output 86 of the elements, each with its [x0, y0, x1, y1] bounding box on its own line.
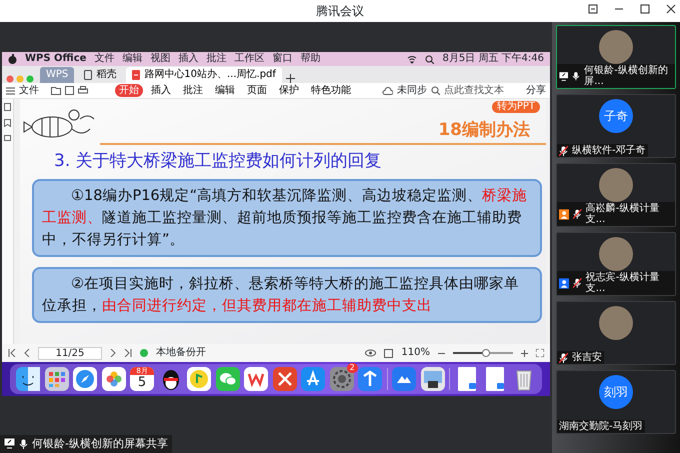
ribbon-tab[interactable]: 页面	[243, 84, 271, 97]
music-note-icon[interactable]	[187, 367, 212, 391]
avatar-photo	[599, 30, 633, 64]
participant-name: 祝志宾-纵横计量支...	[586, 272, 660, 294]
page-view-icon[interactable]	[384, 348, 394, 358]
backup-status: 本地备份开	[156, 346, 206, 360]
flower-icon[interactable]	[102, 367, 126, 391]
avatar-photo	[599, 306, 633, 340]
last-page-icon[interactable]	[124, 349, 132, 357]
ribbon-tab[interactable]: 保护	[275, 84, 303, 97]
participant-name: 纵横软件-邓子奇	[572, 145, 646, 156]
participant-tile[interactable]: 祝志宾-纵横计量支...	[556, 232, 676, 296]
participant-name: 高崧麟-纵横计量支...	[586, 203, 660, 225]
avatar: 子奇	[599, 99, 633, 133]
page-icon[interactable]	[4, 103, 11, 111]
slide-title: 3. 关于特大桥梁施工监控费如何计列的回复	[54, 150, 383, 173]
menu-item[interactable]: 窗口	[272, 52, 292, 66]
menu-item[interactable]: 文件	[94, 52, 114, 66]
file-menu[interactable]: 文件	[19, 82, 39, 98]
first-page-icon[interactable]	[8, 349, 16, 357]
menu-item[interactable]: 工作区	[234, 52, 264, 66]
presenter-name: 何银龄-纵横创新的屏幕共享	[32, 436, 168, 452]
wifi-icon	[407, 54, 418, 64]
menu-item[interactable]: 视图	[150, 52, 170, 66]
sync-status[interactable]: 未同步	[397, 82, 427, 98]
x-shape-icon[interactable]	[272, 367, 297, 391]
search-icon	[431, 86, 440, 95]
slide-paragraph: ①18编办P16规定“高填方和软基沉降监测、高边坡稳定监测、桥梁施工监测、隧道施工监控量测、超前地质预报等施工监控费含在施工辅助费中，不得另行计算”。	[32, 178, 542, 256]
avatar: 刻羽	[599, 375, 633, 409]
document-tab[interactable]: 路网中心10站办、...周忆.pdf	[126, 67, 282, 83]
plus-icon[interactable]	[286, 74, 295, 83]
document-tab[interactable]: 稻壳	[78, 67, 122, 83]
menu-item[interactable]: 插入	[178, 52, 198, 66]
ribbon-tab[interactable]: 批注	[179, 84, 207, 97]
slide-heading: 18编制办法	[438, 118, 530, 142]
letter-d-icon	[84, 70, 92, 80]
pdf-file-icon	[132, 70, 140, 80]
participant-name: 张吉安	[572, 352, 602, 363]
a-letter-icon[interactable]	[301, 367, 326, 391]
slide-paragraph: ②在项目实施时，斜拉桥、悬索桥等特大桥的施工监控具体由哪家单位承担，由合同进行约定，但其费用都在施工辅助费中支出	[32, 266, 542, 322]
chat-bubble-icon[interactable]	[216, 367, 240, 391]
participant-tile[interactable]: 张吉安	[556, 301, 676, 365]
menu-bar-clock: 8月5日 周五 下午4:46	[442, 52, 544, 66]
folder-icon[interactable]	[51, 86, 61, 95]
save-icon[interactable]	[65, 86, 74, 95]
participant-name: 湖南交勤院-马刻羽	[559, 421, 643, 432]
notification-badge: 2	[346, 363, 358, 373]
menu-item[interactable]: 帮助	[300, 52, 320, 66]
photo-icon[interactable]	[420, 367, 445, 391]
zoom-level: 110%	[401, 346, 430, 360]
search-icon[interactable]	[425, 54, 434, 64]
menu-icon[interactable]	[6, 86, 15, 94]
eye-icon[interactable]	[365, 349, 376, 357]
menu-item[interactable]: 编辑	[122, 52, 142, 66]
compass-icon[interactable]	[73, 367, 98, 391]
previous-page-icon[interactable]	[24, 349, 30, 357]
participant-tile[interactable]: 高崧麟-纵横计量支...	[556, 163, 676, 227]
comment-icon[interactable]	[4, 135, 11, 143]
avatar-photo	[599, 237, 633, 271]
ribbon-tab[interactable]: 特色功能	[307, 84, 355, 97]
share-button[interactable]: 分享	[526, 82, 546, 98]
bookmark-icon[interactable]	[4, 119, 11, 127]
print-icon[interactable]	[78, 86, 88, 95]
face-icon[interactable]	[16, 367, 40, 391]
app-menu[interactable]: WPS Office	[25, 52, 86, 66]
ribbon-tab[interactable]: 编辑	[211, 84, 239, 97]
avatar-photo	[599, 168, 633, 202]
window-title: 腾讯会议	[316, 4, 364, 18]
search-field[interactable]: 点此查找文本	[444, 82, 522, 98]
fullscreen-icon[interactable]	[536, 349, 544, 357]
slider-thumb[interactable]	[482, 349, 490, 357]
ribbon-tab[interactable]: 开始	[115, 84, 143, 97]
participant-tile[interactable]: 何银龄-纵横创新的屏...	[556, 25, 676, 89]
grid-icon[interactable]	[44, 367, 69, 391]
plus-icon[interactable]	[521, 350, 528, 356]
w-logo-icon[interactable]	[244, 367, 268, 391]
close-icon[interactable]	[666, 4, 676, 14]
maximize-icon[interactable]	[640, 4, 650, 14]
participant-tile[interactable]: 刻羽 湖南交勤院-马刻羽	[556, 370, 676, 434]
window-controls-icon	[6, 75, 36, 83]
participant-tile[interactable]: 子奇 纵横软件-邓子奇	[556, 94, 676, 158]
participant-name: 何银龄-纵横创新的屏...	[584, 65, 669, 87]
page-number-field[interactable]: 11/25	[38, 346, 102, 360]
ribbon-tab[interactable]: 插入	[147, 84, 175, 97]
menu-item[interactable]: 批注	[206, 52, 226, 66]
next-page-icon[interactable]	[110, 349, 116, 357]
